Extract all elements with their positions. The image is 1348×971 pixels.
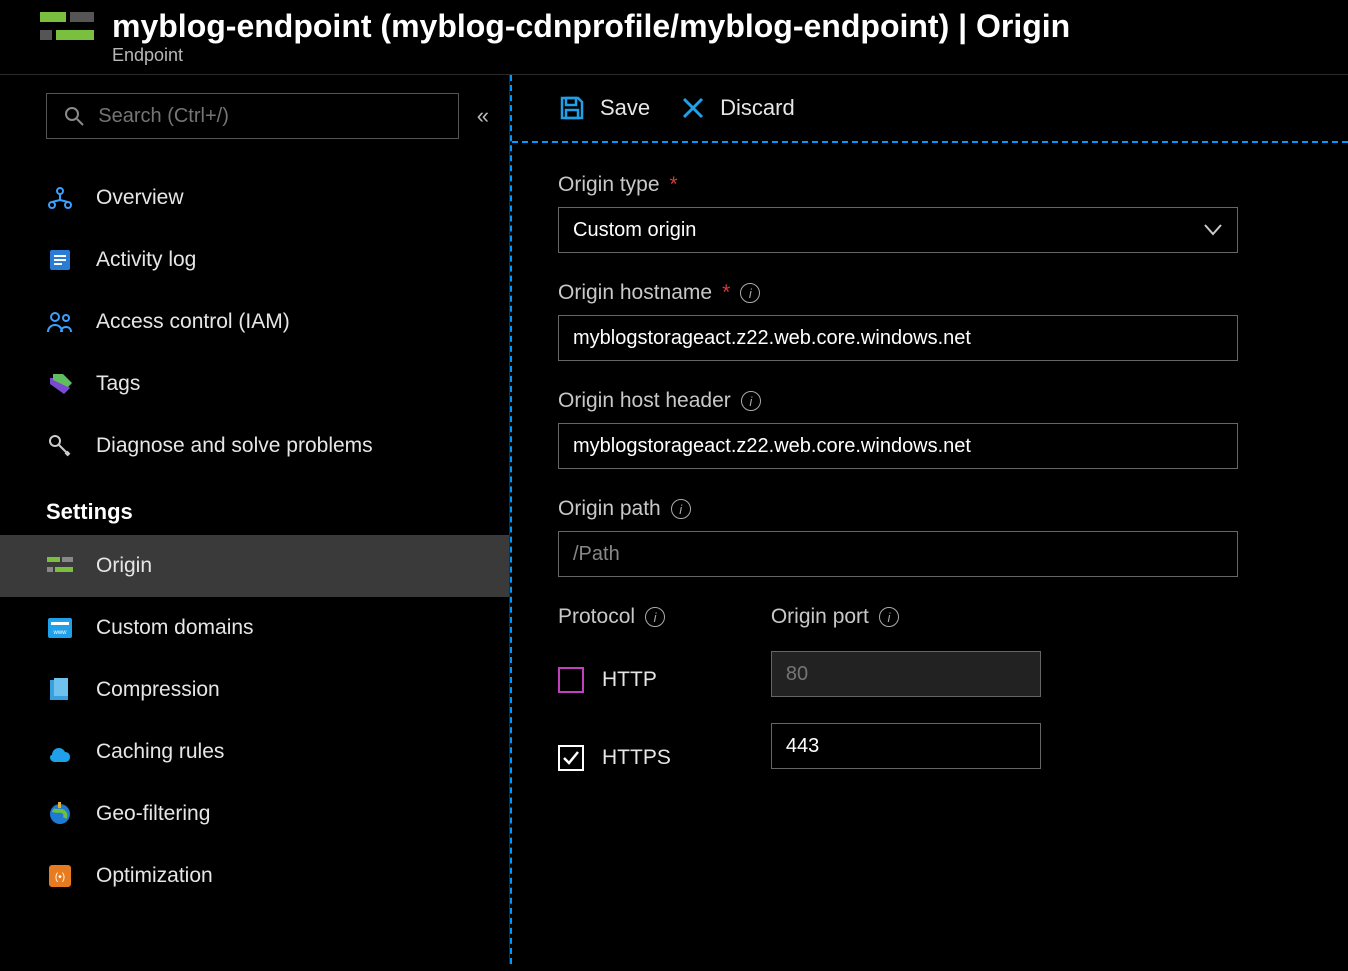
info-icon[interactable]: i <box>671 499 691 519</box>
sidebar-item-diagnose[interactable]: Diagnose and solve problems <box>0 415 509 477</box>
required-indicator: * <box>722 281 730 305</box>
access-control-icon <box>46 308 74 336</box>
optimization-icon: (•) <box>46 862 74 890</box>
search-input[interactable] <box>98 105 443 128</box>
search-input-wrapper[interactable] <box>46 93 459 139</box>
geo-filtering-icon <box>46 800 74 828</box>
page-subtitle: Endpoint <box>112 45 1070 66</box>
sidebar-item-label: Optimization <box>96 864 213 888</box>
origin-type-label: Origin type <box>558 173 660 197</box>
sidebar-item-optimization[interactable]: (•) Optimization <box>0 845 509 907</box>
http-port-input <box>771 651 1041 697</box>
page-header: myblog-endpoint (myblog-cdnprofile/myblo… <box>0 0 1348 75</box>
sidebar-item-custom-domains[interactable]: www Custom domains <box>0 597 509 659</box>
search-icon <box>61 102 86 130</box>
https-port-input[interactable] <box>771 723 1041 769</box>
discard-icon <box>680 95 706 121</box>
origin-path-label: Origin path <box>558 497 661 521</box>
discard-label: Discard <box>720 95 795 121</box>
discard-button[interactable]: Discard <box>680 95 795 121</box>
required-indicator: * <box>670 173 678 197</box>
diagnose-icon <box>46 432 74 460</box>
origin-port-label: Origin port <box>771 605 869 629</box>
page-title: myblog-endpoint (myblog-cdnprofile/myblo… <box>112 8 1070 45</box>
origin-icon <box>46 552 74 580</box>
origin-path-input[interactable] <box>558 531 1238 577</box>
origin-host-header-label: Origin host header <box>558 389 731 413</box>
sidebar-item-label: Custom domains <box>96 616 254 640</box>
activity-log-icon <box>46 246 74 274</box>
compression-icon <box>46 676 74 704</box>
protocol-label: Protocol <box>558 605 635 629</box>
toolbar: Save Discard <box>512 75 1348 143</box>
https-checkbox[interactable] <box>558 745 584 771</box>
sidebar-item-caching-rules[interactable]: Caching rules <box>0 721 509 783</box>
main-panel: Save Discard Origin type * Custom origin <box>510 75 1348 964</box>
info-icon[interactable]: i <box>645 607 665 627</box>
sidebar-item-origin[interactable]: Origin <box>0 535 509 597</box>
https-label: HTTPS <box>602 746 671 770</box>
sidebar-item-label: Compression <box>96 678 220 702</box>
info-icon[interactable]: i <box>741 391 761 411</box>
svg-text:(•): (•) <box>55 872 65 883</box>
sidebar-item-label: Caching rules <box>96 740 224 764</box>
origin-hostname-label: Origin hostname <box>558 281 712 305</box>
http-label: HTTP <box>602 668 657 692</box>
origin-hostname-input[interactable] <box>558 315 1238 361</box>
save-icon <box>558 94 586 122</box>
sidebar-section-settings: Settings <box>0 477 509 535</box>
sidebar-item-label: Activity log <box>96 248 196 272</box>
caching-rules-icon <box>46 738 74 766</box>
http-checkbox[interactable] <box>558 667 584 693</box>
sidebar-item-tags[interactable]: Tags <box>0 353 509 415</box>
sidebar-item-label: Overview <box>96 186 184 210</box>
save-button[interactable]: Save <box>558 94 650 122</box>
sidebar-item-overview[interactable]: Overview <box>0 167 509 229</box>
origin-type-value: Custom origin <box>573 219 696 242</box>
sidebar-item-geo-filtering[interactable]: Geo-filtering <box>0 783 509 845</box>
chevron-down-icon <box>1203 217 1223 243</box>
sidebar-item-label: Origin <box>96 554 152 578</box>
info-icon[interactable]: i <box>879 607 899 627</box>
overview-icon <box>46 184 74 212</box>
save-label: Save <box>600 95 650 121</box>
svg-text:www: www <box>53 630 68 636</box>
sidebar-item-label: Geo-filtering <box>96 802 210 826</box>
sidebar-item-access-control[interactable]: Access control (IAM) <box>0 291 509 353</box>
custom-domains-icon: www <box>46 614 74 642</box>
sidebar-item-activity-log[interactable]: Activity log <box>0 229 509 291</box>
sidebar-item-label: Diagnose and solve problems <box>96 434 373 458</box>
tags-icon <box>46 370 74 398</box>
info-icon[interactable]: i <box>740 283 760 303</box>
sidebar: « Overview <box>0 75 510 964</box>
origin-host-header-input[interactable] <box>558 423 1238 469</box>
sidebar-item-compression[interactable]: Compression <box>0 659 509 721</box>
sidebar-item-label: Access control (IAM) <box>96 310 290 334</box>
origin-type-select[interactable]: Custom origin <box>558 207 1238 253</box>
sidebar-item-label: Tags <box>96 372 140 396</box>
endpoint-icon <box>40 8 94 52</box>
collapse-sidebar-button[interactable]: « <box>477 103 489 129</box>
